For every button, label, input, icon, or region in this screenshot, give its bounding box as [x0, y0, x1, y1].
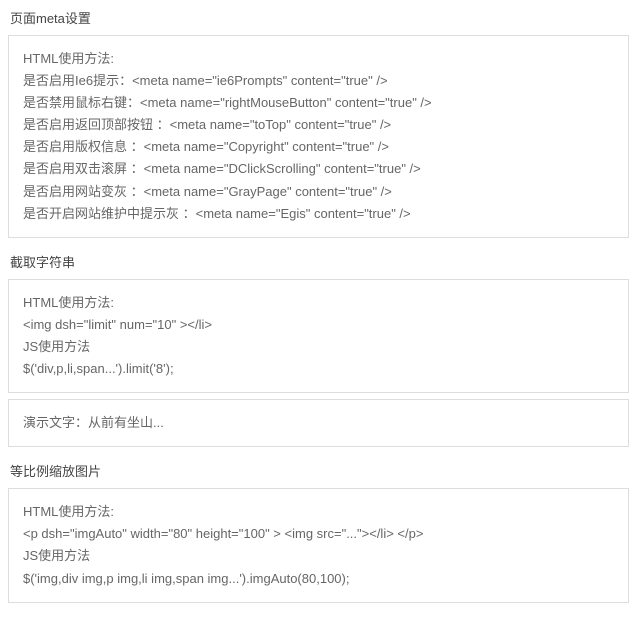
code-line: 是否禁用鼠标右键：<meta name="rightMouseButton" c…: [23, 92, 614, 114]
demo-box: 演示文字：从前有坐山...: [8, 399, 629, 447]
section-title: 等比例缩放图片: [8, 453, 629, 488]
code-line: HTML使用方法:: [23, 501, 614, 523]
code-line: JS使用方法: [23, 336, 614, 358]
code-box: HTML使用方法: <img dsh="limit" num="10" ></l…: [8, 279, 629, 393]
code-line: 是否启用双击滚屏 ：<meta name="DClickScrolling" c…: [23, 158, 614, 180]
code-line: <p dsh="imgAuto" width="80" height="100"…: [23, 523, 614, 545]
section-title: 截取字符串: [8, 244, 629, 279]
code-line: 是否启用网站变灰 ：<meta name="GrayPage" content=…: [23, 181, 614, 203]
code-line: <img dsh="limit" num="10" ></li>: [23, 314, 614, 336]
code-line: $('div,p,li,span...').limit('8');: [23, 358, 614, 380]
code-line: 是否启用Ie6提示：<meta name="ie6Prompts" conten…: [23, 70, 614, 92]
code-line: HTML使用方法:: [23, 292, 614, 314]
code-line: 是否开启网站维护中提示灰 ：<meta name="Egis" content=…: [23, 203, 614, 225]
code-line: 是否启用返回顶部按钮 ：<meta name="toTop" content="…: [23, 114, 614, 136]
section-title: 页面meta设置: [8, 0, 629, 35]
demo-line: 演示文字：从前有坐山...: [23, 412, 614, 434]
code-line: HTML使用方法:: [23, 48, 614, 70]
code-box: HTML使用方法: <p dsh="imgAuto" width="80" he…: [8, 488, 629, 602]
code-box: HTML使用方法: 是否启用Ie6提示：<meta name="ie6Promp…: [8, 35, 629, 238]
code-line: JS使用方法: [23, 545, 614, 567]
code-line: $('img,div img,p img,li img,span img...'…: [23, 568, 614, 590]
code-line: 是否启用版权信息 ：<meta name="Copyright" content…: [23, 136, 614, 158]
